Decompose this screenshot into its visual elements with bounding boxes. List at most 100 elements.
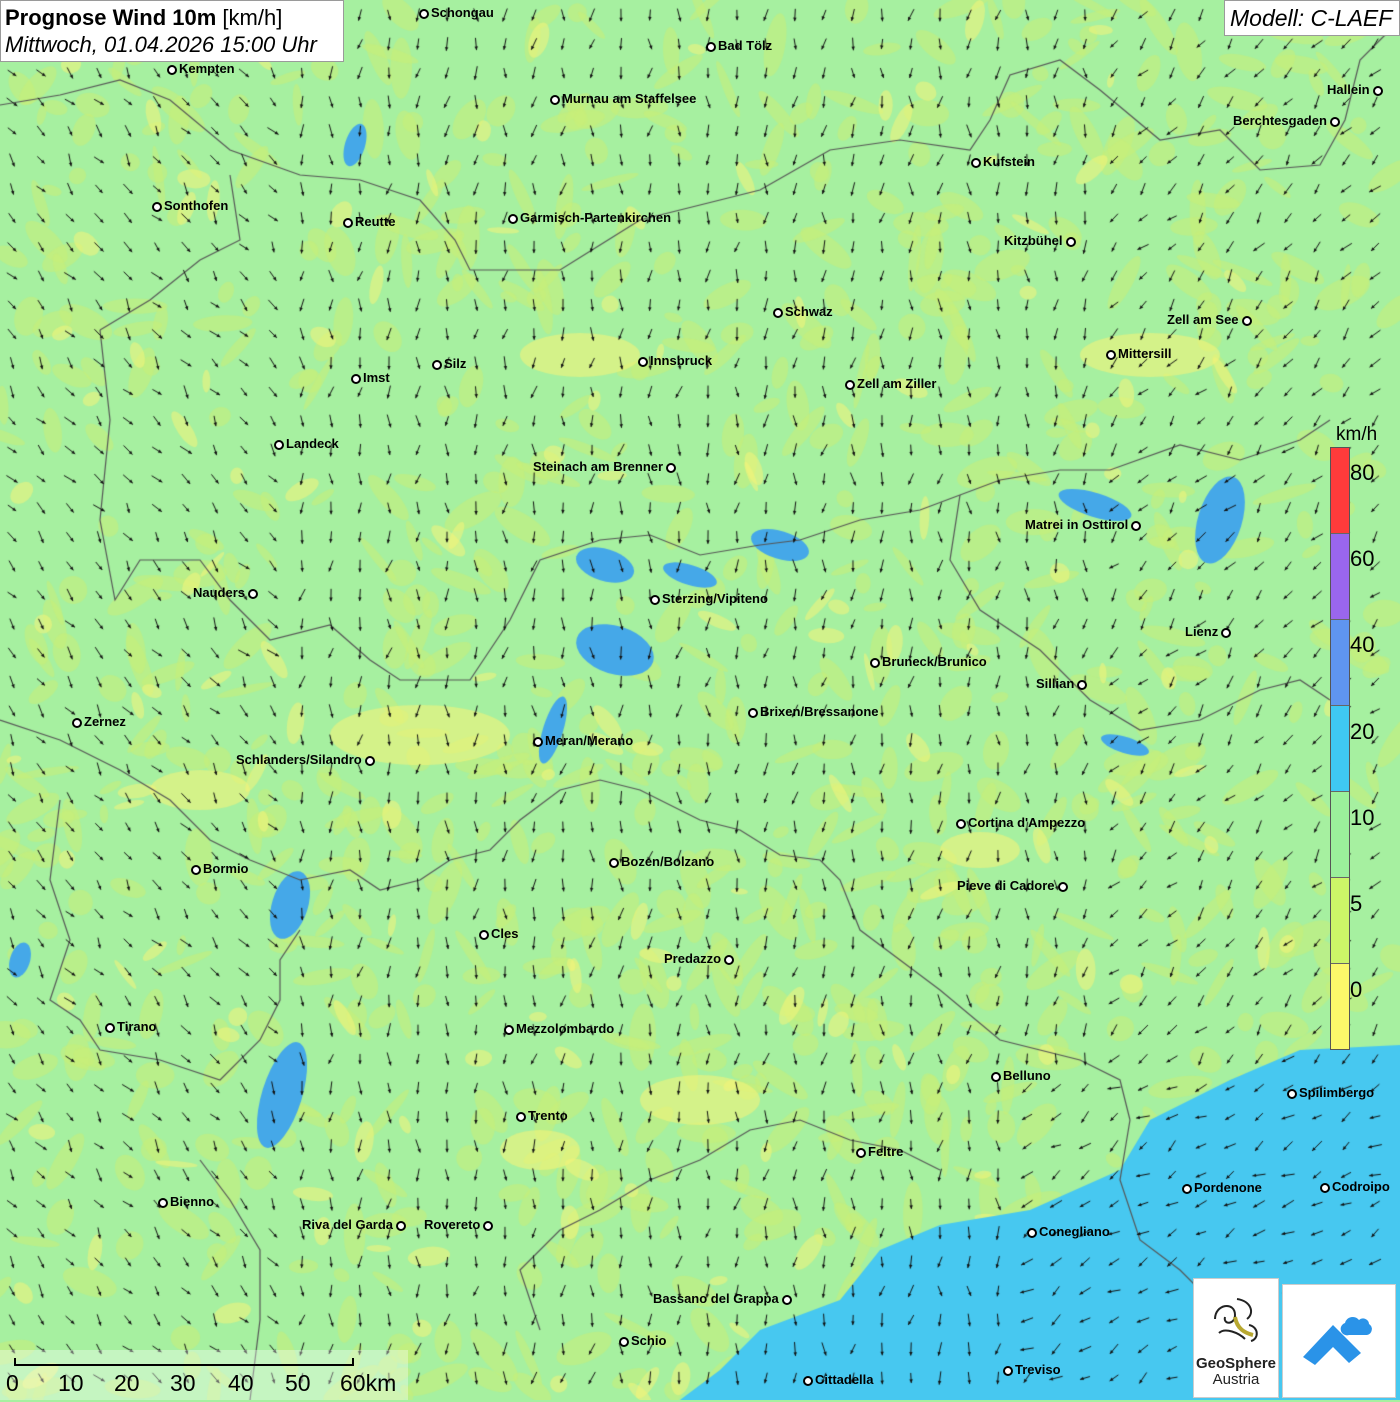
city-marker[interactable]: Rovereto — [424, 1217, 494, 1232]
city-marker[interactable]: Codroipo — [1320, 1179, 1390, 1194]
city-dot-icon — [856, 1147, 866, 1158]
title: Prognose Wind 10m [km/h] — [5, 4, 339, 31]
city-marker[interactable]: Belluno — [991, 1068, 1051, 1083]
city-marker[interactable]: Zernez — [72, 714, 126, 729]
city-marker[interactable]: Hallein — [1327, 82, 1383, 97]
city-marker[interactable]: Nauders — [193, 585, 259, 600]
city-marker[interactable]: Schongau — [419, 5, 494, 20]
city-dot-icon — [870, 657, 880, 668]
city-marker[interactable]: Treviso — [1003, 1362, 1061, 1377]
city-marker[interactable]: Feltre — [856, 1144, 903, 1159]
city-dot-icon — [1221, 627, 1232, 638]
city-marker[interactable]: Spilimbergo — [1287, 1085, 1374, 1100]
city-marker[interactable]: Mittersill — [1106, 346, 1171, 361]
city-marker[interactable]: Cortina d'Ampezzo — [956, 815, 1085, 830]
city-marker[interactable]: Garmisch-Partenkirchen — [508, 210, 671, 225]
city-marker[interactable]: Brixen/Bressanone — [748, 704, 879, 719]
city-marker[interactable]: Steinach am Brenner — [533, 459, 677, 474]
city-marker[interactable]: Innsbruck — [638, 353, 712, 368]
city-dot-icon — [803, 1375, 813, 1386]
city-marker[interactable]: Berchtesgaden — [1233, 113, 1340, 128]
city-marker[interactable]: Sillian — [1036, 676, 1088, 691]
city-dot-icon — [1027, 1227, 1037, 1238]
city-marker[interactable]: Zell am Ziller — [845, 376, 936, 391]
city-marker[interactable]: Schlanders/Silandro — [236, 752, 375, 767]
city-marker[interactable]: Murnau am Staffelsee — [550, 91, 696, 106]
city-name: Trento — [528, 1108, 568, 1123]
city-marker[interactable]: Kufstein — [971, 154, 1035, 169]
city-marker[interactable]: Landeck — [274, 436, 339, 451]
city-name: Bassano del Grappa — [653, 1291, 779, 1306]
city-marker[interactable]: Sterzing/Vipiteno — [650, 591, 768, 606]
city-marker[interactable]: Bad Tölz — [706, 38, 772, 53]
legend-swatch — [1331, 534, 1349, 620]
city-marker[interactable]: Pordenone — [1182, 1180, 1262, 1195]
city-marker[interactable]: Reutte — [343, 214, 395, 229]
app-logo[interactable] — [1282, 1284, 1396, 1398]
city-marker[interactable]: Zell am See — [1167, 312, 1252, 327]
city-marker[interactable]: Sonthofen — [152, 198, 228, 213]
city-marker[interactable]: Silz — [432, 356, 466, 371]
city-marker[interactable]: Conegliano — [1027, 1224, 1110, 1239]
city-name: Murnau am Staffelsee — [562, 91, 697, 106]
city-marker[interactable]: Bozen/Bolzano — [609, 854, 714, 869]
city-marker[interactable]: Imst — [351, 370, 390, 385]
city-name: Matrei in Osttirol — [1025, 517, 1129, 532]
city-name: Brixen/Bressanone — [760, 704, 879, 719]
city-marker[interactable]: Predazzo — [664, 951, 735, 966]
city-name: Cles — [491, 926, 519, 941]
city-marker[interactable]: Riva del Garda — [302, 1217, 407, 1232]
city-name: Codroipo — [1332, 1179, 1390, 1194]
city-name: Garmisch-Partenkirchen — [520, 210, 672, 225]
title-unit: [km/h] — [222, 5, 283, 30]
city-marker[interactable]: Schwaz — [773, 304, 833, 319]
legend-swatch — [1331, 448, 1349, 534]
city-name: Predazzo — [664, 951, 722, 966]
city-marker[interactable]: Mezzolombardo — [504, 1021, 614, 1036]
city-marker[interactable]: Cles — [479, 926, 518, 941]
city-marker[interactable]: Trento — [516, 1108, 568, 1123]
city-name: Zell am See — [1167, 312, 1239, 327]
city-marker[interactable]: Matrei in Osttirol — [1025, 517, 1142, 532]
city-name: Schongau — [431, 5, 494, 20]
city-name: Kitzbühel — [1004, 233, 1063, 248]
city-marker[interactable]: Lienz — [1185, 624, 1232, 639]
city-name: Mezzolombardo — [516, 1021, 615, 1036]
scale-label: 50 — [285, 1370, 311, 1396]
legend-label: 20 — [1350, 718, 1375, 744]
city-name: Zell am Ziller — [857, 376, 937, 391]
city-name: Reutte — [355, 214, 396, 229]
city-dot-icon — [666, 462, 677, 473]
city-marker[interactable]: Pieve di Cadore — [957, 878, 1068, 893]
city-name: Bormio — [203, 861, 249, 876]
city-dot-icon — [419, 8, 429, 19]
city-marker[interactable]: Kitzbühel — [1004, 233, 1076, 248]
city-dot-icon — [724, 954, 735, 965]
city-name: Belluno — [1003, 1068, 1051, 1083]
geosphere-sub: Austria — [1212, 1371, 1260, 1388]
city-name: Bienno — [170, 1194, 215, 1209]
city-dot-icon — [1131, 520, 1142, 531]
city-marker[interactable]: Cittadella — [803, 1372, 874, 1387]
city-marker[interactable]: Kempten — [167, 61, 235, 76]
city-name: Bruneck/Brunico — [882, 654, 987, 669]
city-dot-icon — [1329, 116, 1340, 127]
legend-unit: km/h — [1336, 424, 1378, 445]
city-dot-icon — [432, 359, 442, 370]
city-marker[interactable]: Bruneck/Brunico — [870, 654, 987, 669]
city-name: Innsbruck — [650, 353, 713, 368]
geosphere-logo[interactable]: GeoSphere Austria — [1193, 1278, 1279, 1398]
city-name: Mittersill — [1118, 346, 1172, 361]
city-marker[interactable]: Bassano del Grappa — [653, 1291, 792, 1306]
city-marker[interactable]: Tirano — [105, 1019, 157, 1034]
city-marker[interactable]: Bormio — [191, 861, 249, 876]
city-name: Feltre — [868, 1144, 904, 1159]
city-marker[interactable]: Schio — [619, 1333, 666, 1348]
city-dot-icon — [248, 588, 259, 599]
city-dot-icon — [364, 755, 375, 766]
city-name: Lienz — [1185, 624, 1219, 639]
city-marker[interactable]: Bienno — [158, 1194, 214, 1209]
city-marker[interactable]: Meran/Merano — [533, 733, 633, 748]
legend-label: 40 — [1350, 632, 1375, 658]
legend-swatch — [1331, 706, 1349, 792]
